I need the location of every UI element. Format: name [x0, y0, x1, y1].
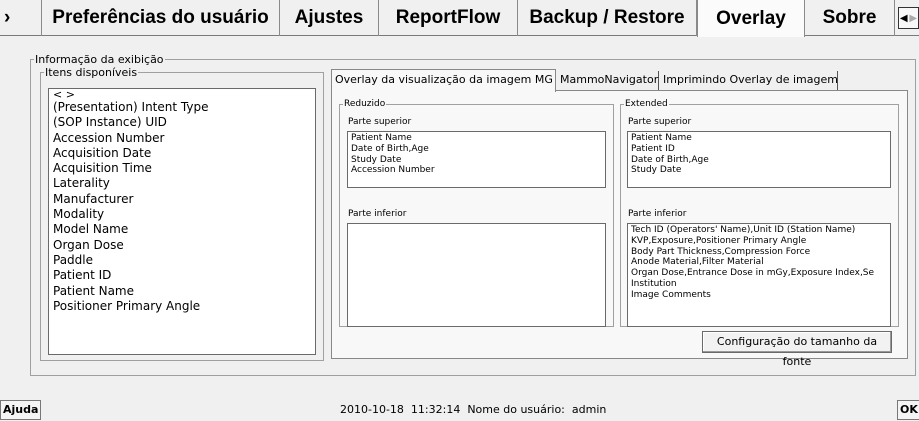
scroll-left-icon[interactable]: ◀	[899, 8, 909, 28]
available-item[interactable]: (SOP Instance) UID	[49, 115, 315, 130]
available-item[interactable]: < >	[49, 89, 315, 100]
available-item[interactable]: Model Name	[49, 222, 315, 237]
reduced-upper-label: Parte superior	[348, 117, 412, 127]
overlay-line: Image Comments	[631, 289, 711, 300]
available-item[interactable]: Patient Name	[49, 284, 315, 299]
overlay-line: Study Date	[631, 165, 682, 176]
extended-upper-textarea[interactable]: Patient Name Patient ID Date of Birth,Age S…	[627, 131, 891, 188]
help-button[interactable]: Ajuda	[0, 400, 42, 420]
status-bar: Ajuda 2010-10-18 11:32:14 Nome do usuári…	[0, 399, 919, 421]
display-info-legend: Informação da exibição	[35, 53, 164, 66]
reduced-legend: Reduzido	[344, 99, 386, 109]
tab-scroll-indicator[interactable]: ›	[0, 0, 42, 36]
overlay-line: Tech ID (Operators' Name),Unit ID (Stati…	[631, 225, 856, 235]
available-item[interactable]: Paddle	[49, 253, 315, 268]
top-tab-strip: › Preferências do usuário Ajustes Report…	[0, 0, 919, 37]
overlay-line: Patient Name	[351, 133, 412, 143]
subtab-mg-image-overlay[interactable]: Overlay da visualização da imagem MG	[331, 69, 556, 92]
overlay-line: Study Date	[351, 154, 402, 165]
available-item[interactable]: Modality	[49, 207, 315, 222]
reduced-upper-textarea[interactable]: Patient Name Date of Birth,Age Study Date A…	[347, 131, 606, 188]
overlay-line: Accession Number	[351, 165, 435, 176]
tab-scroll-arrows: ◀ ▶	[898, 7, 919, 29]
available-item[interactable]: Positioner Primary Angle	[49, 299, 315, 314]
extended-lower-textarea[interactable]: Tech ID (Operators' Name),Unit ID (Stati…	[627, 223, 891, 327]
extended-lower-label: Parte inferior	[628, 209, 687, 219]
available-item[interactable]: Acquisition Time	[49, 161, 315, 176]
tab-overlay[interactable]: Overlay	[697, 0, 805, 37]
reduced-lower-textarea[interactable]	[347, 223, 606, 327]
extended-upper-label: Parte superior	[628, 117, 692, 127]
available-items-list[interactable]: < > (Presentation) Intent Type (SOP Instan…	[48, 88, 316, 355]
overlay-line: Date of Birth,Age	[351, 143, 429, 154]
font-size-settings-button[interactable]: Configuração do tamanho da fonte	[702, 331, 892, 368]
status-text: 2010-10-18 11:32:14 Nome do usuário: adm…	[340, 403, 607, 416]
overlay-line: Date of Birth,Age	[631, 154, 709, 165]
available-item[interactable]: (Presentation) Intent Type	[49, 100, 315, 115]
overlay-line: Patient Name	[631, 133, 692, 143]
overlay-subtabs: Overlay da visualização da imagem MG Mam…	[331, 69, 908, 92]
overlay-line: Patient ID	[631, 143, 675, 154]
ok-button[interactable]: OK	[897, 400, 919, 420]
overlay-line: Anode Material,Filter Material	[631, 257, 764, 268]
overlay-line: Organ Dose,Entrance Dose in mGy,Exposure…	[631, 268, 875, 279]
available-item[interactable]: Manufacturer	[49, 192, 315, 207]
available-item[interactable]: Laterality	[49, 176, 315, 191]
overlay-line: Body Part Thickness,Compression Force	[631, 246, 811, 257]
available-item[interactable]: Organ Dose	[49, 238, 315, 253]
reduced-lower-label: Parte inferior	[348, 209, 407, 219]
available-item[interactable]: Acquisition Date	[49, 146, 315, 161]
tab-reportflow[interactable]: ReportFlow	[379, 0, 518, 36]
extended-legend: Extended	[625, 99, 668, 109]
available-item[interactable]: Patient ID	[49, 268, 315, 283]
tab-user-preferences[interactable]: Preferências do usuário	[42, 0, 280, 36]
overlay-line: KVP,Exposure,Positioner Primary Angle	[631, 235, 807, 246]
available-item[interactable]: Accession Number	[49, 131, 315, 146]
tab-settings[interactable]: Ajustes	[280, 0, 379, 36]
tab-about[interactable]: Sobre	[805, 0, 895, 36]
scroll-right-icon[interactable]: ▶	[909, 8, 919, 28]
available-items-legend: Itens disponíveis	[45, 66, 138, 79]
subtab-mammonavigator[interactable]: MammoNavigator	[557, 71, 659, 91]
overlay-line: Institution	[631, 278, 677, 289]
tab-backup-restore[interactable]: Backup / Restore	[518, 0, 697, 36]
subtab-print-overlay[interactable]: Imprimindo Overlay de imagem	[660, 71, 838, 91]
